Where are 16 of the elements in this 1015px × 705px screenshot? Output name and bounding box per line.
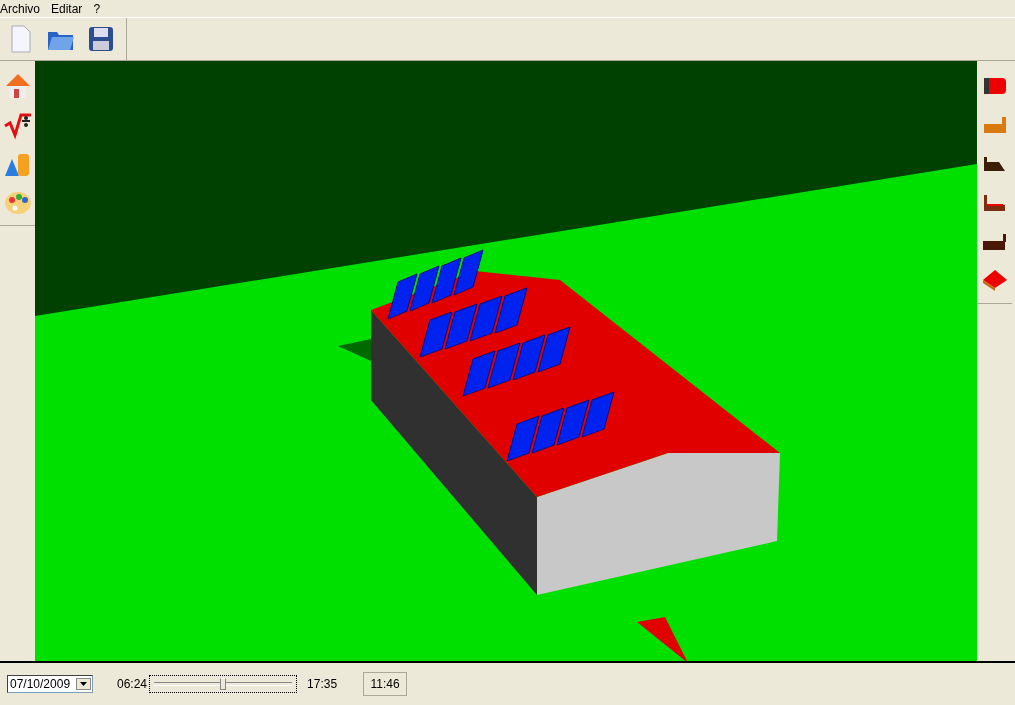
end-time: 17:35 (307, 677, 338, 691)
start-time: 06:24 (117, 677, 148, 691)
low-building-icon (984, 194, 1005, 211)
menu-item[interactable]: ? (93, 1, 106, 16)
shed-icon (983, 233, 1006, 250)
current-time: 11:46 (363, 672, 408, 696)
factory-icon (984, 156, 1005, 171)
dropdown-button[interactable] (76, 678, 91, 690)
time-slider[interactable] (149, 675, 298, 693)
menu-item[interactable]: Editar (51, 1, 88, 16)
caret-icon (80, 682, 87, 686)
building-icon (983, 116, 1006, 133)
block-icon (983, 77, 1006, 94)
roof-icon (982, 270, 1007, 291)
date-field[interactable]: 07/10/2009 (7, 675, 93, 693)
menu-item[interactable]: Archivo (0, 1, 45, 16)
